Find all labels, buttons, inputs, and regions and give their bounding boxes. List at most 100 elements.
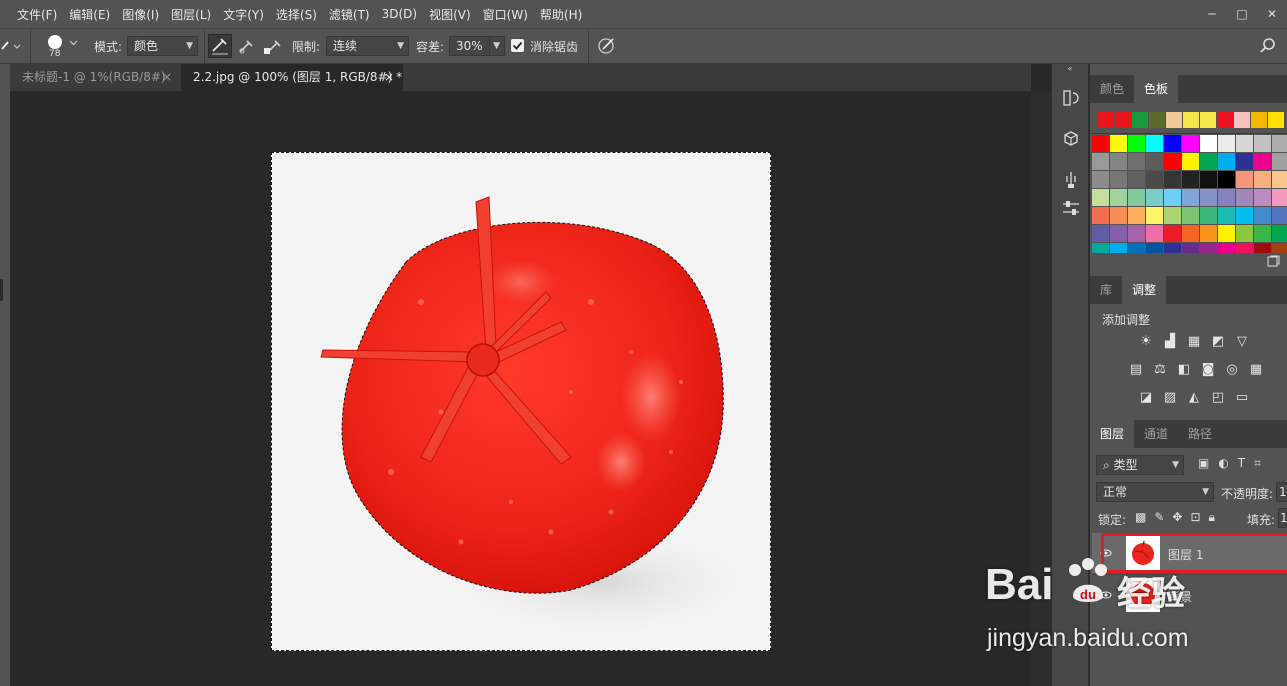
sampling-continuous-button[interactable] xyxy=(208,34,232,58)
color-swatch[interactable] xyxy=(1254,135,1271,152)
color-swatch[interactable] xyxy=(1218,207,1235,224)
color-swatch[interactable] xyxy=(1236,171,1253,188)
color-swatch[interactable] xyxy=(1146,189,1163,206)
color-swatch[interactable] xyxy=(1236,243,1253,253)
color-swatch[interactable] xyxy=(1182,171,1199,188)
color-swatch[interactable] xyxy=(1272,243,1287,253)
minimize-button[interactable]: ─ xyxy=(1197,7,1227,21)
threshold-icon[interactable]: ◭ xyxy=(1186,390,1202,406)
color-swatch[interactable] xyxy=(1272,225,1287,242)
menu-select[interactable]: 选择(S) xyxy=(276,6,317,23)
levels-icon[interactable]: ▟ xyxy=(1162,334,1178,350)
layer-filter-select[interactable]: ⌕ 类型 ▼ xyxy=(1096,455,1184,475)
hsl-icon[interactable]: ▤ xyxy=(1128,362,1144,378)
color-swatch[interactable] xyxy=(1146,207,1163,224)
color-swatch[interactable] xyxy=(1146,171,1163,188)
color-swatch[interactable] xyxy=(1218,189,1235,206)
color-swatch[interactable] xyxy=(1272,153,1287,170)
color-swatch[interactable] xyxy=(1092,225,1109,242)
photo-filter-icon[interactable]: ◙ xyxy=(1200,362,1216,378)
color-swatch[interactable] xyxy=(1128,207,1145,224)
color-swatch[interactable] xyxy=(1110,171,1127,188)
3d-button[interactable] xyxy=(1061,128,1081,148)
toolbar-handle[interactable] xyxy=(0,279,3,301)
color-swatch[interactable] xyxy=(1218,225,1235,242)
menu-help[interactable]: 帮助(H) xyxy=(540,6,582,23)
recent-swatch[interactable] xyxy=(1217,112,1233,128)
menu-type[interactable]: 文字(Y) xyxy=(223,6,264,23)
menu-image[interactable]: 图像(I) xyxy=(122,6,159,23)
color-swatch[interactable] xyxy=(1254,207,1271,224)
color-swatch[interactable] xyxy=(1182,153,1199,170)
color-swatch[interactable] xyxy=(1218,135,1235,152)
sampling-once-button[interactable] xyxy=(236,35,258,57)
lock-icons[interactable]: ▩✎✥⊡🔒︎ xyxy=(1135,510,1241,526)
color-swatch[interactable] xyxy=(1146,135,1163,152)
close-window-button[interactable]: ✕ xyxy=(1257,7,1287,21)
color-swatch[interactable] xyxy=(1128,225,1145,242)
history-button[interactable] xyxy=(1061,88,1081,108)
brightness-icon[interactable]: ☀ xyxy=(1138,334,1154,350)
color-swatch[interactable] xyxy=(1164,171,1181,188)
color-swatch[interactable] xyxy=(1164,153,1181,170)
recent-swatch[interactable] xyxy=(1098,112,1114,128)
color-swatch[interactable] xyxy=(1110,207,1127,224)
color-swatch[interactable] xyxy=(1092,171,1109,188)
color-swatch[interactable] xyxy=(1146,243,1163,253)
color-swatch[interactable] xyxy=(1110,189,1127,206)
menu-view[interactable]: 视图(V) xyxy=(429,6,471,23)
menu-edit[interactable]: 编辑(E) xyxy=(69,6,110,23)
color-swatch[interactable] xyxy=(1092,189,1109,206)
restore-button[interactable]: □ xyxy=(1227,7,1257,21)
toolbar-strip[interactable] xyxy=(0,64,10,686)
color-swatch[interactable] xyxy=(1236,135,1253,152)
color-swatch[interactable] xyxy=(1254,225,1271,242)
color-swatch[interactable] xyxy=(1272,207,1287,224)
selective-color-icon[interactable]: ◰ xyxy=(1210,390,1226,406)
color-swatch[interactable] xyxy=(1128,135,1145,152)
color-swatch[interactable] xyxy=(1164,135,1181,152)
close-icon[interactable]: × xyxy=(384,64,394,91)
color-swatch[interactable] xyxy=(1254,153,1271,170)
color-swatch[interactable] xyxy=(1110,135,1127,152)
color-swatch[interactable] xyxy=(1200,207,1217,224)
sampling-background-button[interactable] xyxy=(262,35,284,57)
search-button[interactable] xyxy=(1258,36,1278,56)
menu-window[interactable]: 窗口(W) xyxy=(483,6,528,23)
recent-swatch[interactable] xyxy=(1183,112,1199,128)
color-swatch[interactable] xyxy=(1254,243,1271,253)
menu-3d[interactable]: 3D(D) xyxy=(382,7,417,21)
recent-swatch[interactable] xyxy=(1234,112,1250,128)
menu-layer[interactable]: 图层(L) xyxy=(171,6,211,23)
tab-color[interactable]: 颜色 xyxy=(1090,75,1134,103)
color-swatch[interactable] xyxy=(1236,189,1253,206)
exposure-icon[interactable]: ◩ xyxy=(1210,334,1226,350)
tool-preset-picker[interactable] xyxy=(0,37,24,55)
gradient-map-icon[interactable]: ▭ xyxy=(1234,390,1250,406)
properties-button[interactable] xyxy=(1061,198,1081,218)
recent-swatch[interactable] xyxy=(1166,112,1182,128)
tab-adjustments[interactable]: 调整 xyxy=(1122,276,1167,304)
color-swatch[interactable] xyxy=(1272,171,1287,188)
new-swatch-button[interactable] xyxy=(1266,254,1280,268)
vibrance-icon[interactable]: ▽ xyxy=(1234,334,1250,350)
color-swatch[interactable] xyxy=(1128,171,1145,188)
color-swatch[interactable] xyxy=(1236,207,1253,224)
layer-filter-icons[interactable]: ▣◐T⌗ xyxy=(1198,456,1287,474)
recent-swatch[interactable] xyxy=(1268,112,1284,128)
tab-swatches[interactable]: 色板 xyxy=(1134,75,1179,103)
color-swatch[interactable] xyxy=(1110,225,1127,242)
color-swatch[interactable] xyxy=(1146,225,1163,242)
recent-swatch[interactable] xyxy=(1251,112,1267,128)
color-swatch[interactable] xyxy=(1164,225,1181,242)
color-swatch[interactable] xyxy=(1110,243,1127,253)
color-swatch[interactable] xyxy=(1182,207,1199,224)
color-swatch[interactable] xyxy=(1164,243,1181,253)
recent-swatch[interactable] xyxy=(1149,112,1165,128)
antialias-checkbox[interactable] xyxy=(511,39,524,52)
color-swatch[interactable] xyxy=(1218,171,1235,188)
menu-filter[interactable]: 滤镜(T) xyxy=(329,6,370,23)
color-swatch[interactable] xyxy=(1164,189,1181,206)
mode-select[interactable]: 颜色 ▼ xyxy=(127,36,198,56)
tab-paths[interactable]: 路径 xyxy=(1178,420,1222,448)
